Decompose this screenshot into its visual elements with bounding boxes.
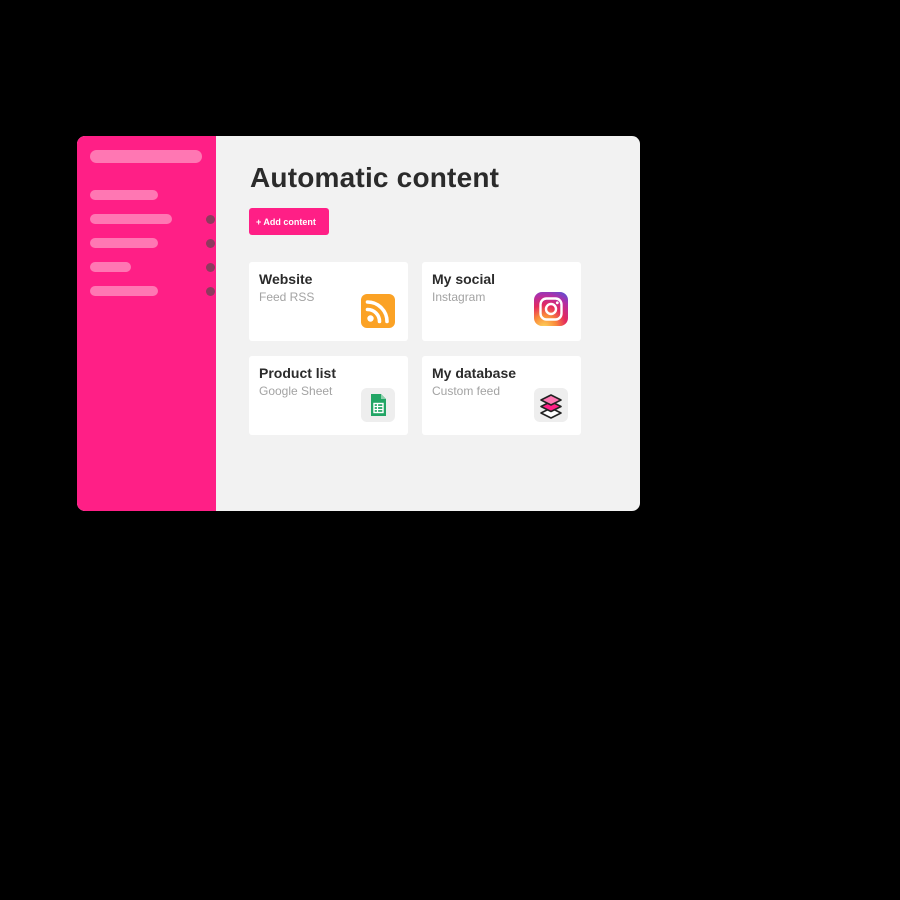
rss-icon [361, 294, 395, 328]
sidebar-item-1[interactable] [90, 185, 208, 207]
source-card-social[interactable]: My social Instagram [422, 262, 581, 341]
sidebar-item-placeholder [90, 262, 131, 272]
source-card-database[interactable]: My database Custom feed [422, 356, 581, 435]
sidebar-item-indicator [206, 287, 215, 296]
source-card-website[interactable]: Website Feed RSS [249, 262, 408, 341]
google-sheets-icon [361, 388, 395, 422]
sidebar-item-placeholder [90, 214, 172, 224]
sidebar-item-3[interactable] [90, 233, 215, 255]
sidebar-header-placeholder [90, 150, 202, 163]
page-title: Automatic content [250, 162, 500, 193]
sidebar-item-indicator [206, 215, 215, 224]
card-subtitle: Google Sheet [259, 384, 333, 398]
layers-icon [534, 388, 568, 422]
sidebar [77, 136, 216, 511]
sidebar-item-2[interactable] [90, 209, 215, 231]
card-title: Website [259, 271, 313, 287]
card-title: My database [432, 365, 517, 381]
card-subtitle: Instagram [432, 290, 486, 304]
sidebar-item-placeholder [90, 286, 158, 296]
sidebar-item-indicator [206, 263, 215, 272]
source-card-product-list[interactable]: Product list Google Sheet [249, 356, 408, 435]
main-panel: Automatic content + Add content Website … [216, 136, 640, 511]
app-window: Automatic content + Add content Website … [77, 136, 640, 511]
instagram-icon [534, 292, 568, 326]
sidebar-item-indicator [206, 239, 215, 248]
add-content-button[interactable]: + Add content [249, 208, 329, 235]
card-title: Product list [259, 365, 337, 381]
card-subtitle: Feed RSS [259, 290, 315, 304]
sidebar-item-placeholder [90, 238, 158, 248]
card-subtitle: Custom feed [432, 384, 501, 398]
card-title: My social [432, 271, 496, 287]
sidebar-item-5[interactable] [90, 281, 215, 303]
sidebar-item-4[interactable] [90, 257, 215, 279]
sidebar-item-placeholder [90, 190, 158, 200]
